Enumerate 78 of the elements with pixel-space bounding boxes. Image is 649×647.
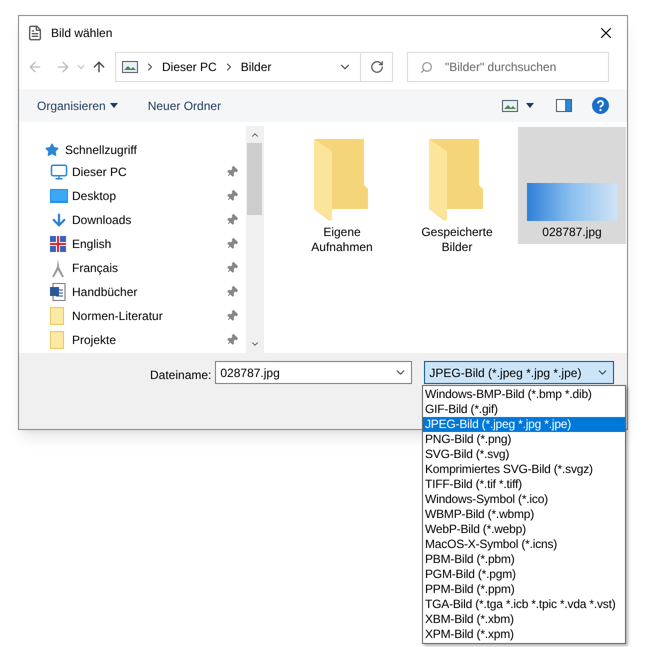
filetype-option[interactable]: Windows-BMP-Bild (*.bmp *.dib) bbox=[423, 387, 625, 402]
breadcrumb-item[interactable]: Bilder bbox=[240, 58, 272, 76]
file-item[interactable]: 028787.jpg bbox=[518, 127, 626, 244]
filetype-value: JPEG-Bild (*.jpeg *.jpg *.jpe) bbox=[429, 364, 582, 382]
folder-icon bbox=[429, 139, 485, 221]
breadcrumb-item[interactable]: Dieser PC bbox=[162, 58, 217, 76]
sidebar-item[interactable]: English bbox=[19, 232, 246, 256]
monitor-icon bbox=[50, 163, 68, 181]
filetype-option[interactable]: PBM-Bild (*.pbm) bbox=[423, 552, 625, 567]
filetype-option[interactable]: WBMP-Bild (*.wbmp) bbox=[423, 507, 625, 522]
filetype-option[interactable]: SVG-Bild (*.svg) bbox=[423, 447, 625, 462]
download-icon bbox=[50, 211, 68, 229]
sidebar-header[interactable]: Schnellzugriff bbox=[65, 141, 137, 159]
search-placeholder: "Bilder" durchsuchen bbox=[445, 59, 556, 76]
file-name: Eigene Aufnahmen bbox=[310, 225, 374, 255]
folder-icon bbox=[50, 307, 64, 325]
folder-icon bbox=[50, 331, 64, 349]
search-field[interactable]: "Bilder" durchsuchen bbox=[407, 52, 609, 82]
sidebar-item-label: Projekte bbox=[72, 332, 118, 349]
view-icon[interactable] bbox=[502, 100, 518, 112]
sidebar-item-label: Normen-Literatur bbox=[72, 308, 164, 325]
filetype-option[interactable]: JPEG-Bild (*.jpeg *.jpg *.jpe) bbox=[423, 417, 625, 432]
sidebar-item[interactable]: Desktop bbox=[19, 184, 246, 208]
sidebar-item-label: Dieser PC bbox=[72, 164, 128, 181]
search-icon bbox=[420, 60, 433, 74]
help-icon[interactable] bbox=[592, 97, 609, 114]
filetype-option[interactable]: Windows-Symbol (*.ico) bbox=[423, 492, 625, 507]
up-icon[interactable] bbox=[91, 59, 107, 75]
file-name: 028787.jpg bbox=[541, 225, 603, 240]
sidebar-item[interactable]: Normen-Literatur bbox=[19, 304, 246, 328]
caret-icon bbox=[110, 103, 118, 108]
filename-label: Dateiname: bbox=[150, 367, 212, 384]
back-icon[interactable] bbox=[27, 59, 43, 75]
filetype-option[interactable]: XBM-Bild (*.xbm) bbox=[423, 612, 625, 627]
filetype-option[interactable]: TGA-Bild (*.tga *.icb *.tpic *.vda *.vst) bbox=[423, 597, 625, 612]
filetype-option[interactable]: GIF-Bild (*.gif) bbox=[423, 402, 625, 417]
caret-icon[interactable] bbox=[526, 103, 534, 108]
scrollbar[interactable] bbox=[246, 126, 263, 353]
file-item[interactable]: Gespeicherte Bilder bbox=[403, 127, 511, 259]
document-icon bbox=[27, 24, 43, 40]
filetype-option[interactable]: PPM-Bild (*.ppm) bbox=[423, 582, 625, 597]
new-folder-button[interactable]: Neuer Ordner bbox=[148, 96, 222, 114]
filetype-option[interactable]: PNG-Bild (*.png) bbox=[423, 432, 625, 447]
scrollbar-thumb[interactable] bbox=[247, 143, 262, 215]
filetype-option[interactable]: MacOS-X-Symbol (*.icns) bbox=[423, 537, 625, 552]
sidebar-item[interactable]: Downloads bbox=[19, 208, 246, 232]
filetype-select[interactable]: JPEG-Bild (*.jpeg *.jpg *.jpe) bbox=[424, 361, 614, 384]
sidebar-item[interactable]: Handbücher bbox=[19, 280, 246, 304]
filetype-option[interactable]: Komprimiertes SVG-Bild (*.svgz) bbox=[423, 462, 625, 477]
refresh-icon bbox=[370, 60, 384, 74]
address-bar[interactable]: Dieser PC Bilder bbox=[115, 52, 393, 82]
filetype-option[interactable]: XPM-Bild (*.xpm) bbox=[423, 627, 625, 642]
sidebar-item[interactable]: Dieser PC bbox=[19, 160, 246, 184]
word-document-icon bbox=[50, 283, 66, 301]
star-icon bbox=[45, 143, 59, 157]
picture-icon bbox=[122, 61, 138, 73]
sidebar-item[interactable]: Projekte bbox=[19, 328, 246, 352]
organize-menu[interactable]: Organisieren bbox=[37, 96, 118, 114]
filename-value: 028787.jpg bbox=[220, 364, 281, 382]
filetype-option[interactable]: WebP-Bild (*.webp) bbox=[423, 522, 625, 537]
sidebar-item-label: Handbücher bbox=[72, 284, 138, 301]
sidebar-item[interactable]: Français bbox=[19, 256, 246, 280]
file-item[interactable]: Eigene Aufnahmen bbox=[288, 127, 396, 259]
filetype-option[interactable]: TIFF-Bild (*.tif *.tiff) bbox=[423, 477, 625, 492]
file-name: Gespeicherte Bilder bbox=[420, 225, 494, 255]
filename-field[interactable]: 028787.jpg bbox=[215, 361, 412, 384]
window-title: Bild wählen bbox=[51, 24, 114, 42]
sidebar-item-label: Français bbox=[72, 260, 120, 277]
preview-pane-icon[interactable] bbox=[556, 99, 572, 112]
filetype-option[interactable]: PGM-Bild (*.pgm) bbox=[423, 567, 625, 582]
flag-icon bbox=[50, 236, 66, 252]
forward-icon[interactable] bbox=[55, 59, 71, 75]
tower-icon bbox=[50, 259, 66, 277]
sidebar-item-label: Downloads bbox=[72, 212, 132, 229]
sidebar-item-label: English bbox=[72, 236, 112, 253]
folder-icon bbox=[314, 139, 370, 221]
desktop-icon bbox=[50, 189, 68, 203]
sidebar-item-label: Desktop bbox=[72, 188, 118, 205]
